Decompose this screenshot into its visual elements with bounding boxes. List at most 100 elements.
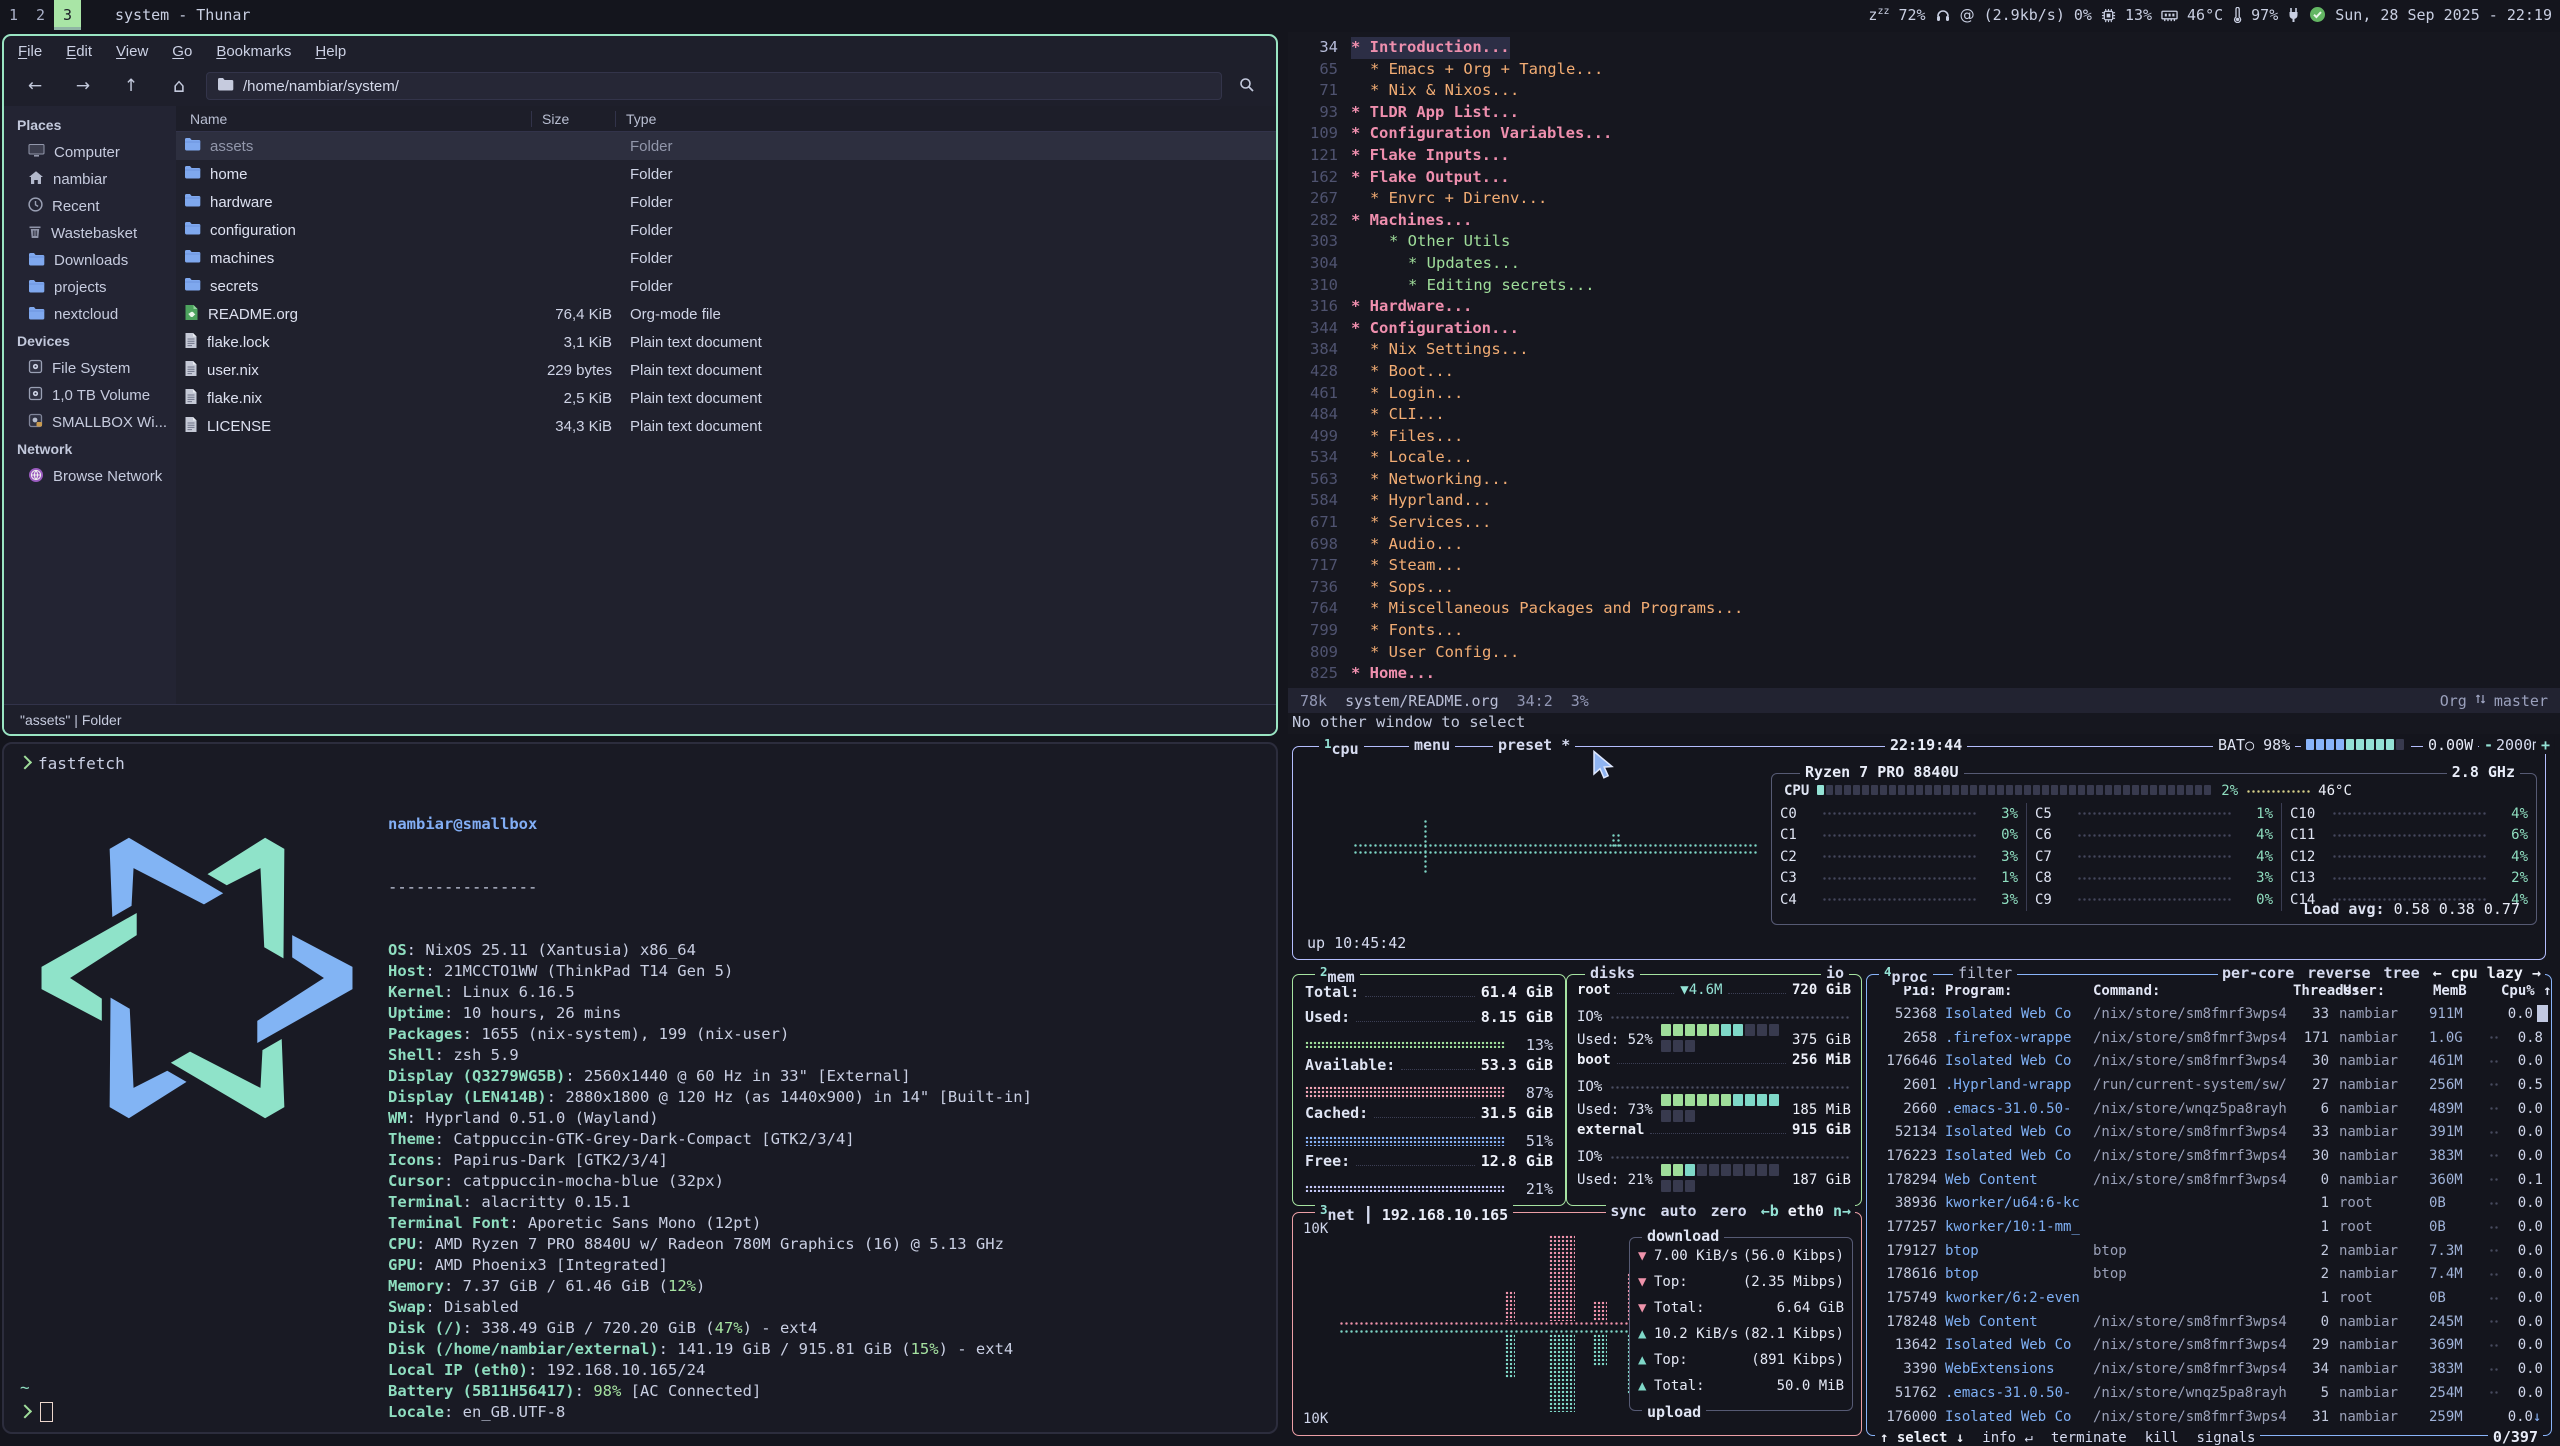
org-line[interactable]: 71* Nix & Nixos...: [1288, 80, 2560, 102]
menu-button[interactable]: menu: [1409, 736, 1455, 754]
org-line[interactable]: 809* User Config...: [1288, 642, 2560, 664]
process-row-178616[interactable]: 178616btopbtop2nambiar7.4M0.0: [1867, 1263, 2551, 1287]
org-line[interactable]: 34* Introduction...: [1288, 37, 2560, 59]
menu-bookmarks[interactable]: Bookmarks: [216, 43, 291, 60]
sidebar-item-computer[interactable]: Computer: [4, 139, 176, 166]
org-line[interactable]: 304* Updates...: [1288, 253, 2560, 275]
process-row-176646[interactable]: 176646Isolated Web Co/nix/store/sm8fmrf3…: [1867, 1049, 2551, 1073]
org-line[interactable]: 534* Locale...: [1288, 447, 2560, 469]
org-outline-buffer[interactable]: 34* Introduction...65* Emacs + Org + Tan…: [1288, 37, 2560, 706]
org-line[interactable]: 698* Audio...: [1288, 534, 2560, 556]
file-row-user-nix[interactable]: user.nix229 bytesPlain text document: [176, 356, 1276, 384]
sidebar-item-wastebasket[interactable]: Wastebasket: [4, 220, 176, 247]
process-row-178248[interactable]: 178248Web Content/nix/store/sm8fmrf3wps4…: [1867, 1310, 2551, 1334]
org-line[interactable]: 316* Hardware...: [1288, 296, 2560, 318]
battery-value[interactable]: 97%: [2251, 6, 2278, 24]
forward-button[interactable]: →: [62, 72, 104, 100]
cpu-usage-value[interactable]: 0%: [2074, 6, 2092, 24]
file-row-secrets[interactable]: secretsFolder: [176, 272, 1276, 300]
org-line[interactable]: 461* Login...: [1288, 383, 2560, 405]
process-row-178294[interactable]: 178294Web Content/nix/store/sm8fmrf3wps4…: [1867, 1168, 2551, 1192]
net-next-iface-button[interactable]: n→: [1833, 1202, 1851, 1220]
org-line[interactable]: 428* Boot...: [1288, 361, 2560, 383]
btop-window[interactable]: 1cpu menu preset * 22:19:44 BAT○ 98% 0.0…: [1288, 742, 2560, 1440]
idle-inhibit-indicator[interactable]: zzz: [1868, 6, 1889, 24]
interval-plus-button[interactable]: +: [2536, 736, 2555, 754]
column-name[interactable]: Name: [176, 111, 532, 127]
signals-key[interactable]: signals: [2196, 1430, 2255, 1446]
org-line[interactable]: 499* Files...: [1288, 426, 2560, 448]
org-line[interactable]: 310* Editing secrets...: [1288, 275, 2560, 297]
process-row-175749[interactable]: 175749kworker/6:2-even1root0B0.0: [1867, 1286, 2551, 1310]
info-key[interactable]: info ↵: [1982, 1430, 2033, 1446]
proc-headers[interactable]: Pid: Program: Command: Threads: User: Me…: [1867, 980, 2551, 1002]
process-row-52368[interactable]: 52368Isolated Web Co/nix/store/sm8fmrf3w…: [1867, 1002, 2551, 1026]
menu-help[interactable]: Help: [315, 43, 346, 60]
mem-box-title[interactable]: 2mem: [1315, 964, 1360, 986]
volume-value[interactable]: 72%: [1899, 6, 1926, 24]
net-auto-button[interactable]: auto: [1660, 1202, 1696, 1220]
kill-key[interactable]: kill: [2145, 1430, 2179, 1446]
cpu-box-title[interactable]: 1cpu: [1319, 736, 1364, 758]
process-row-3390[interactable]: 3390WebExtensions/nix/store/sm8fmrf3wps4…: [1867, 1357, 2551, 1381]
major-mode[interactable]: Org: [2440, 692, 2467, 710]
column-size[interactable]: Size: [532, 111, 616, 127]
reverse-button[interactable]: reverse: [2307, 964, 2370, 982]
sidebar-item-nextcloud[interactable]: nextcloud: [4, 301, 176, 328]
column-headers[interactable]: Name Size Type: [176, 106, 1276, 132]
shell-prompt[interactable]: [20, 1402, 53, 1422]
process-row-176000[interactable]: 176000Isolated Web Co/nix/store/sm8fmrf3…: [1867, 1405, 2551, 1429]
search-button[interactable]: [1228, 72, 1266, 100]
file-row-flake-lock[interactable]: flake.lock3,1 KiBPlain text document: [176, 328, 1276, 356]
workspace-3[interactable]: 3: [54, 0, 81, 30]
process-row-52134[interactable]: 52134Isolated Web Co/nix/store/sm8fmrf3w…: [1867, 1120, 2551, 1144]
emacs-window[interactable]: 34* Introduction...65* Emacs + Org + Tan…: [1288, 32, 2560, 734]
tree-button[interactable]: tree: [2384, 964, 2420, 982]
org-line[interactable]: 736* Sops...: [1288, 577, 2560, 599]
org-line[interactable]: 799* Fonts...: [1288, 620, 2560, 642]
org-line[interactable]: 162* Flake Output...: [1288, 167, 2560, 189]
sidebar-item-downloads[interactable]: Downloads: [4, 247, 176, 274]
file-row-configuration[interactable]: configurationFolder: [176, 216, 1276, 244]
sidebar-item-1-0-tb-volume[interactable]: 1,0 TB Volume: [4, 382, 176, 409]
menu-edit[interactable]: Edit: [66, 43, 92, 60]
menu-view[interactable]: View: [116, 43, 148, 60]
menu-go[interactable]: Go: [172, 43, 192, 60]
net-box-title[interactable]: 3net ┃ 192.168.10.165: [1315, 1202, 1513, 1224]
sidebar-item-projects[interactable]: projects: [4, 274, 176, 301]
select-keys[interactable]: ↑ select ↓: [1880, 1430, 1964, 1446]
org-line[interactable]: 384* Nix Settings...: [1288, 339, 2560, 361]
org-line[interactable]: 344* Configuration...: [1288, 318, 2560, 340]
process-list[interactable]: 52368Isolated Web Co/nix/store/sm8fmrf3w…: [1867, 1002, 2551, 1428]
org-line[interactable]: 282* Machines...: [1288, 210, 2560, 232]
disks-box-title[interactable]: disks: [1585, 964, 1640, 982]
file-row-flake-nix[interactable]: flake.nix2,5 KiBPlain text document: [176, 384, 1276, 412]
filter-button[interactable]: filter: [1953, 964, 2017, 982]
org-line[interactable]: 584* Hyprland...: [1288, 490, 2560, 512]
org-line[interactable]: 717* Steam...: [1288, 555, 2560, 577]
process-row-51762[interactable]: 51762.emacs-31.0.50-/nix/store/wnqz5pa8r…: [1867, 1381, 2551, 1405]
process-row-2658[interactable]: 2658.firefox-wrappe/nix/store/sm8fmrf3wp…: [1867, 1026, 2551, 1050]
org-line[interactable]: 121* Flake Inputs...: [1288, 145, 2560, 167]
back-button[interactable]: ←: [14, 72, 56, 100]
per-core-button[interactable]: per-core: [2222, 964, 2294, 982]
proc-sort-mode[interactable]: ← cpu lazy →: [2433, 964, 2541, 982]
file-row-license[interactable]: LICENSE34,3 KiBPlain text document: [176, 412, 1276, 440]
memory-usage-value[interactable]: 13%: [2125, 6, 2152, 24]
org-line[interactable]: 109* Configuration Variables...: [1288, 123, 2560, 145]
process-row-13642[interactable]: 13642Isolated Web Co/nix/store/sm8fmrf3w…: [1867, 1334, 2551, 1358]
sidebar-item-nambiar[interactable]: nambiar: [4, 166, 176, 193]
org-line[interactable]: 267* Envrc + Direnv...: [1288, 188, 2560, 210]
file-row-hardware[interactable]: hardwareFolder: [176, 188, 1276, 216]
preset-button[interactable]: preset *: [1493, 736, 1575, 754]
sidebar-item-file-system[interactable]: File System: [4, 355, 176, 382]
process-row-177257[interactable]: 177257kworker/10:1-mm_1root0B0.0: [1867, 1215, 2551, 1239]
sidebar-item-smallbox-wi-[interactable]: SMALLBOX Wi...: [4, 409, 176, 436]
process-row-2601[interactable]: 2601.Hyprland-wrapp/run/current-system/s…: [1867, 1073, 2551, 1097]
workspace-2[interactable]: 2: [27, 0, 54, 30]
sidebar-item-recent[interactable]: Recent: [4, 193, 176, 220]
org-line[interactable]: 764* Miscellaneous Packages and Programs…: [1288, 598, 2560, 620]
org-line[interactable]: 93* TLDR App List...: [1288, 102, 2560, 124]
up-button[interactable]: ↑: [110, 72, 152, 100]
net-sync-button[interactable]: sync: [1610, 1202, 1646, 1220]
